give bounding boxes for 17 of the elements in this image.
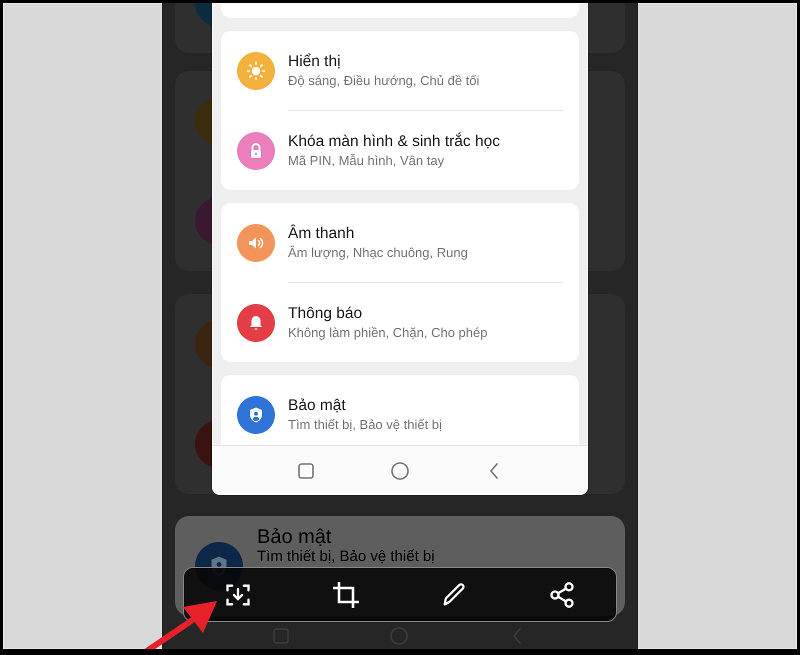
setting-subtitle: Tìm thiết bị, Bảo vệ thiết bị: [257, 548, 435, 566]
setting-title[interactable]: Âm thanh: [288, 224, 468, 244]
home-icon[interactable]: [390, 460, 410, 480]
setting-title[interactable]: Bảo mật: [288, 396, 442, 416]
share-icon: [548, 580, 576, 608]
setting-title[interactable]: Thông báo: [288, 304, 488, 324]
setting-subtitle: Độ sáng, Điều hướng, Chủ đề tối: [288, 72, 480, 90]
setting-subtitle: Không làm phiền, Chặn, Cho phép: [288, 324, 488, 342]
recent-apps-icon[interactable]: [296, 460, 316, 480]
crop-icon: [332, 580, 360, 608]
setting-subtitle: Mã PIN, Mẫu hình, Vân tay: [288, 152, 446, 170]
screenshot-preview[interactable]: [212, 3, 588, 495]
setting-subtitle: Tìm thiết bị, Bảo vệ thiết bị: [288, 416, 442, 434]
setting-title[interactable]: Hiển thị: [288, 52, 480, 72]
setting-subtitle: Âm lượng, Nhạc chuông, Rung: [288, 244, 468, 262]
setting-title[interactable]: Khóa màn hình & sinh trắc học: [288, 132, 500, 152]
setting-title: Bảo mật: [257, 526, 332, 548]
